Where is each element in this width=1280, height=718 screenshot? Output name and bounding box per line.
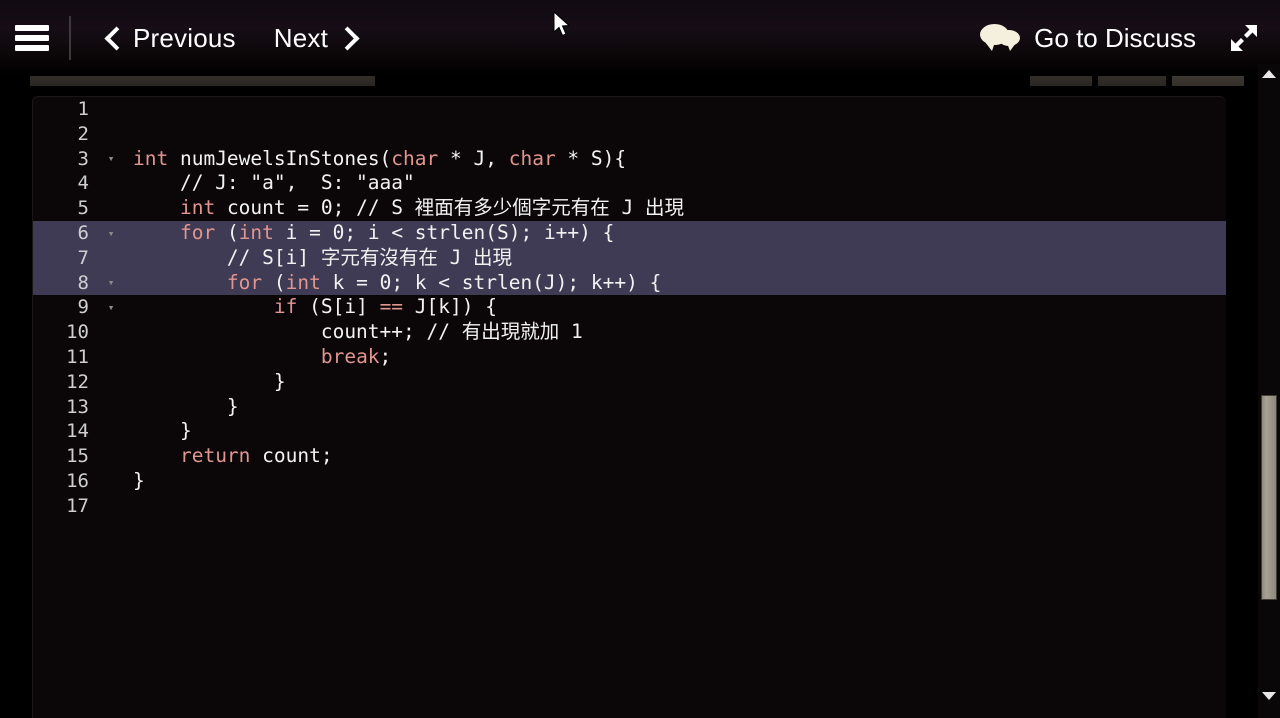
code-line[interactable]: 7 // S[i] 字元有沒有在 J 出現 — [33, 245, 1226, 271]
chevron-left-icon — [107, 27, 122, 49]
code-line[interactable]: 16} — [33, 469, 1226, 494]
code-line[interactable]: 1 — [33, 97, 1226, 122]
top-toolbar: Previous Next Go to Discuss — [0, 0, 1280, 76]
line-number: 7 — [77, 246, 89, 269]
fold-triangle-icon[interactable]: ▾ — [89, 302, 133, 313]
code-text: // J: "a", S: "aaa" — [133, 171, 415, 195]
scroll-down-arrow-icon[interactable] — [1258, 686, 1280, 706]
next-button-label: Next — [273, 22, 329, 53]
go-to-discuss-label: Go to Discuss — [1034, 22, 1196, 53]
code-area[interactable]: 1 2 3 ▾ int numJewelsInStones(char * J, char… — [33, 97, 1226, 718]
line-number: 1 — [77, 98, 89, 120]
scrollbar-thumb[interactable] — [1261, 395, 1277, 600]
code-text: } — [133, 419, 192, 443]
line-number: 5 — [77, 197, 89, 220]
hamburger-bar — [15, 35, 49, 41]
code-text: // S[i] 字元有沒有在 J 出現 — [133, 245, 513, 269]
hamburger-bar — [15, 45, 49, 51]
code-line[interactable]: 15 return count; — [33, 444, 1226, 469]
line-number: 3 — [77, 147, 89, 170]
next-button[interactable]: Next — [264, 19, 364, 58]
code-line[interactable]: 5 int count = 0; // S 裡面有多少個字元有在 J 出現 — [33, 196, 1226, 221]
hamburger-bar — [15, 25, 49, 31]
code-line[interactable]: 6 ▾ for (int i = 0; i < strlen(S); i++) { — [33, 220, 1226, 246]
line-number: 17 — [66, 494, 89, 517]
line-number: 13 — [66, 395, 89, 418]
speech-bubbles-icon — [980, 23, 1021, 53]
app-root: Previous Next Go to Discuss 1 2 3 ▾ int … — [0, 0, 1280, 718]
code-line[interactable]: 9 ▾ if (S[i] == J[k]) { — [33, 295, 1226, 320]
line-number: 9 — [77, 296, 89, 319]
code-text: if (S[i] == J[k]) { — [273, 295, 497, 319]
code-text: int numJewelsInStones(char * J, char * S… — [133, 146, 627, 170]
code-line[interactable]: 12 } — [33, 370, 1226, 395]
line-number: 4 — [77, 172, 89, 195]
code-editor-panel[interactable]: 1 2 3 ▾ int numJewelsInStones(char * J, char… — [32, 96, 1226, 718]
line-number: 6 — [77, 221, 89, 244]
mouse-pointer-icon — [553, 10, 573, 39]
vertical-scrollbar[interactable] — [1258, 64, 1280, 718]
line-number: 8 — [77, 271, 89, 294]
speech-bubble-small — [998, 30, 1021, 51]
go-to-discuss-button[interactable]: Go to Discuss — [980, 23, 1196, 54]
code-line[interactable]: 3 ▾ int numJewelsInStones(char * J, char *… — [33, 147, 1226, 172]
code-text: for (int i = 0; i < strlen(S); i++) { — [179, 220, 615, 244]
line-number: 15 — [66, 445, 89, 468]
code-text: } — [133, 369, 286, 393]
fold-triangle-icon[interactable]: ▾ — [89, 153, 133, 164]
previous-button[interactable]: Previous — [97, 19, 246, 58]
line-number: 12 — [66, 370, 89, 393]
line-number: 11 — [66, 345, 89, 368]
fold-triangle-icon[interactable]: ▾ — [89, 277, 133, 288]
code-line[interactable]: 11 break; — [33, 345, 1226, 370]
code-line[interactable]: 10 count++; // 有出現就加 1 — [33, 320, 1226, 345]
code-line[interactable]: 2 — [33, 122, 1226, 147]
code-line[interactable]: 14 } — [33, 419, 1226, 444]
code-line[interactable]: 13 } — [33, 395, 1226, 420]
toolbar-divider — [69, 16, 71, 60]
code-line[interactable]: 4 // J: "a", S: "aaa" — [33, 171, 1226, 196]
collapse-arrows-icon[interactable] — [1222, 16, 1266, 60]
code-text: count++; // 有出現就加 1 — [133, 320, 583, 344]
line-number: 2 — [77, 122, 89, 145]
code-text: return count; — [179, 444, 333, 468]
code-text: } — [133, 468, 145, 492]
hamburger-menu-icon[interactable] — [15, 25, 49, 51]
fold-triangle-icon[interactable]: ▾ — [89, 228, 133, 239]
line-number: 10 — [66, 321, 89, 344]
line-number: 14 — [66, 420, 89, 443]
previous-button-label: Previous — [133, 22, 236, 53]
line-number: 16 — [66, 469, 89, 492]
scroll-up-arrow-icon[interactable] — [1258, 64, 1280, 84]
toolbar-right-group: Go to Discuss — [980, 0, 1280, 76]
code-line[interactable]: 17 — [33, 494, 1226, 519]
code-text: } — [133, 394, 239, 418]
chevron-right-icon — [339, 27, 354, 49]
toolbar-left-group: Previous Next — [0, 0, 364, 76]
code-text: break; — [320, 344, 392, 368]
code-line[interactable]: 8 ▾ for (int k = 0; k < strlen(J); k++) { — [33, 270, 1226, 296]
code-text: for (int k = 0; k < strlen(J); k++) { — [226, 270, 662, 294]
code-text: int count = 0; // S 裡面有多少個字元有在 J 出現 — [179, 196, 685, 220]
